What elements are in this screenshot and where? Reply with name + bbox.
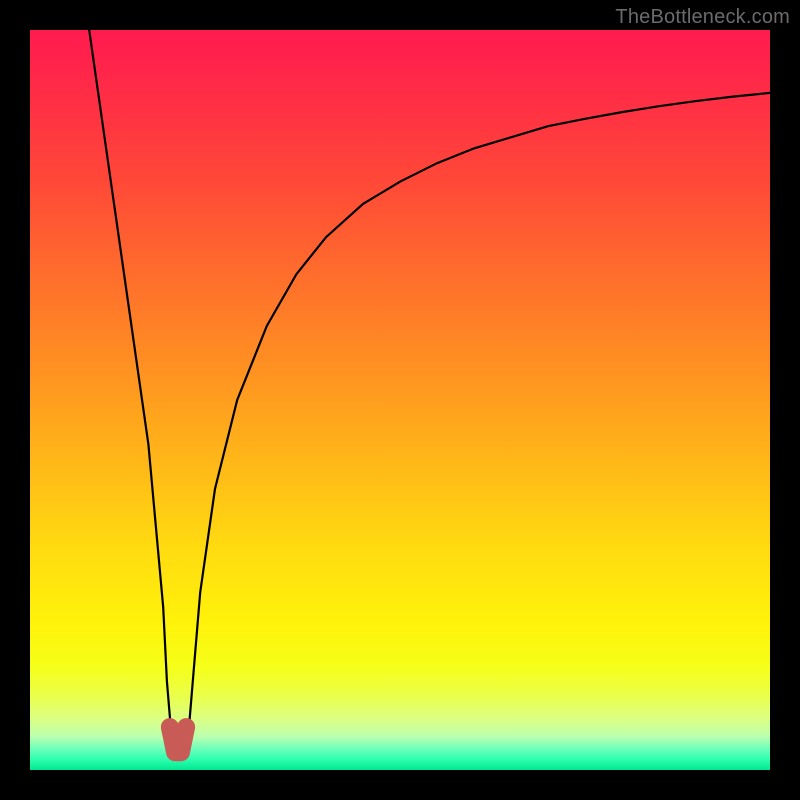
curve-svg <box>30 30 770 770</box>
bottleneck-curve <box>89 30 770 755</box>
chart-frame: TheBottleneck.com <box>0 0 800 800</box>
sweet-spot-marker <box>170 727 186 752</box>
plot-area <box>30 30 770 770</box>
watermark-text: TheBottleneck.com <box>615 6 790 29</box>
